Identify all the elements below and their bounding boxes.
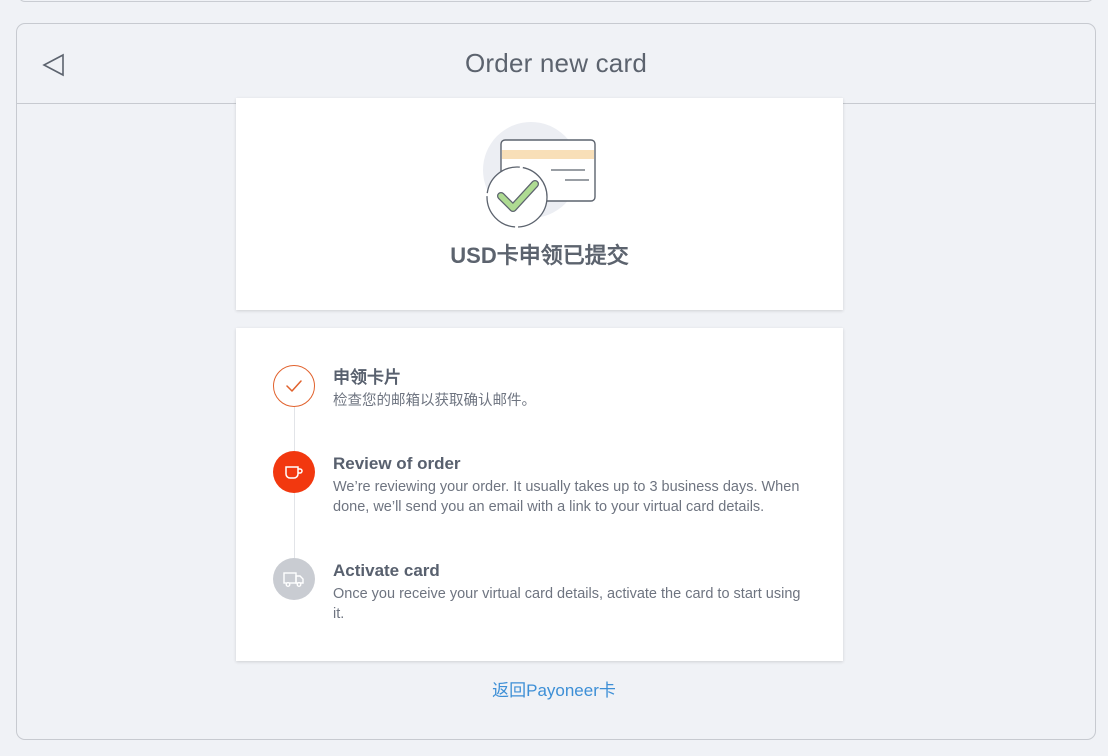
coffee-cup-icon (285, 466, 303, 479)
card-submitted-illustration (483, 122, 596, 228)
page-title: Order new card (465, 48, 647, 78)
order-steps-card: 申领卡片 检查您的邮箱以获取确认邮件。 Review of order We’r… (236, 328, 843, 661)
previous-panel-edge (18, 0, 1094, 2)
return-payoneer-card-link[interactable]: 返回Payoneer卡 (0, 676, 1108, 701)
step-description: We’re reviewing your order. It usually t… (333, 479, 800, 515)
step-title: 申领卡片 (333, 368, 401, 387)
panel-header: Order new card (17, 24, 1095, 104)
step-description: Once you receive your virtual card detai… (333, 586, 801, 622)
step-description: 检查您的邮箱以获取确认邮件。 (333, 393, 536, 409)
check-icon (286, 380, 302, 392)
step-title: Review of order (333, 454, 461, 473)
step-done-badge (273, 365, 315, 407)
step-active-badge (273, 451, 315, 493)
step-pending-badge (273, 558, 315, 600)
truck-icon (283, 572, 304, 587)
submitted-card: USD卡申领已提交 (236, 98, 843, 310)
submitted-title: USD卡申领已提交 (450, 243, 629, 268)
step-title: Activate card (333, 561, 440, 580)
